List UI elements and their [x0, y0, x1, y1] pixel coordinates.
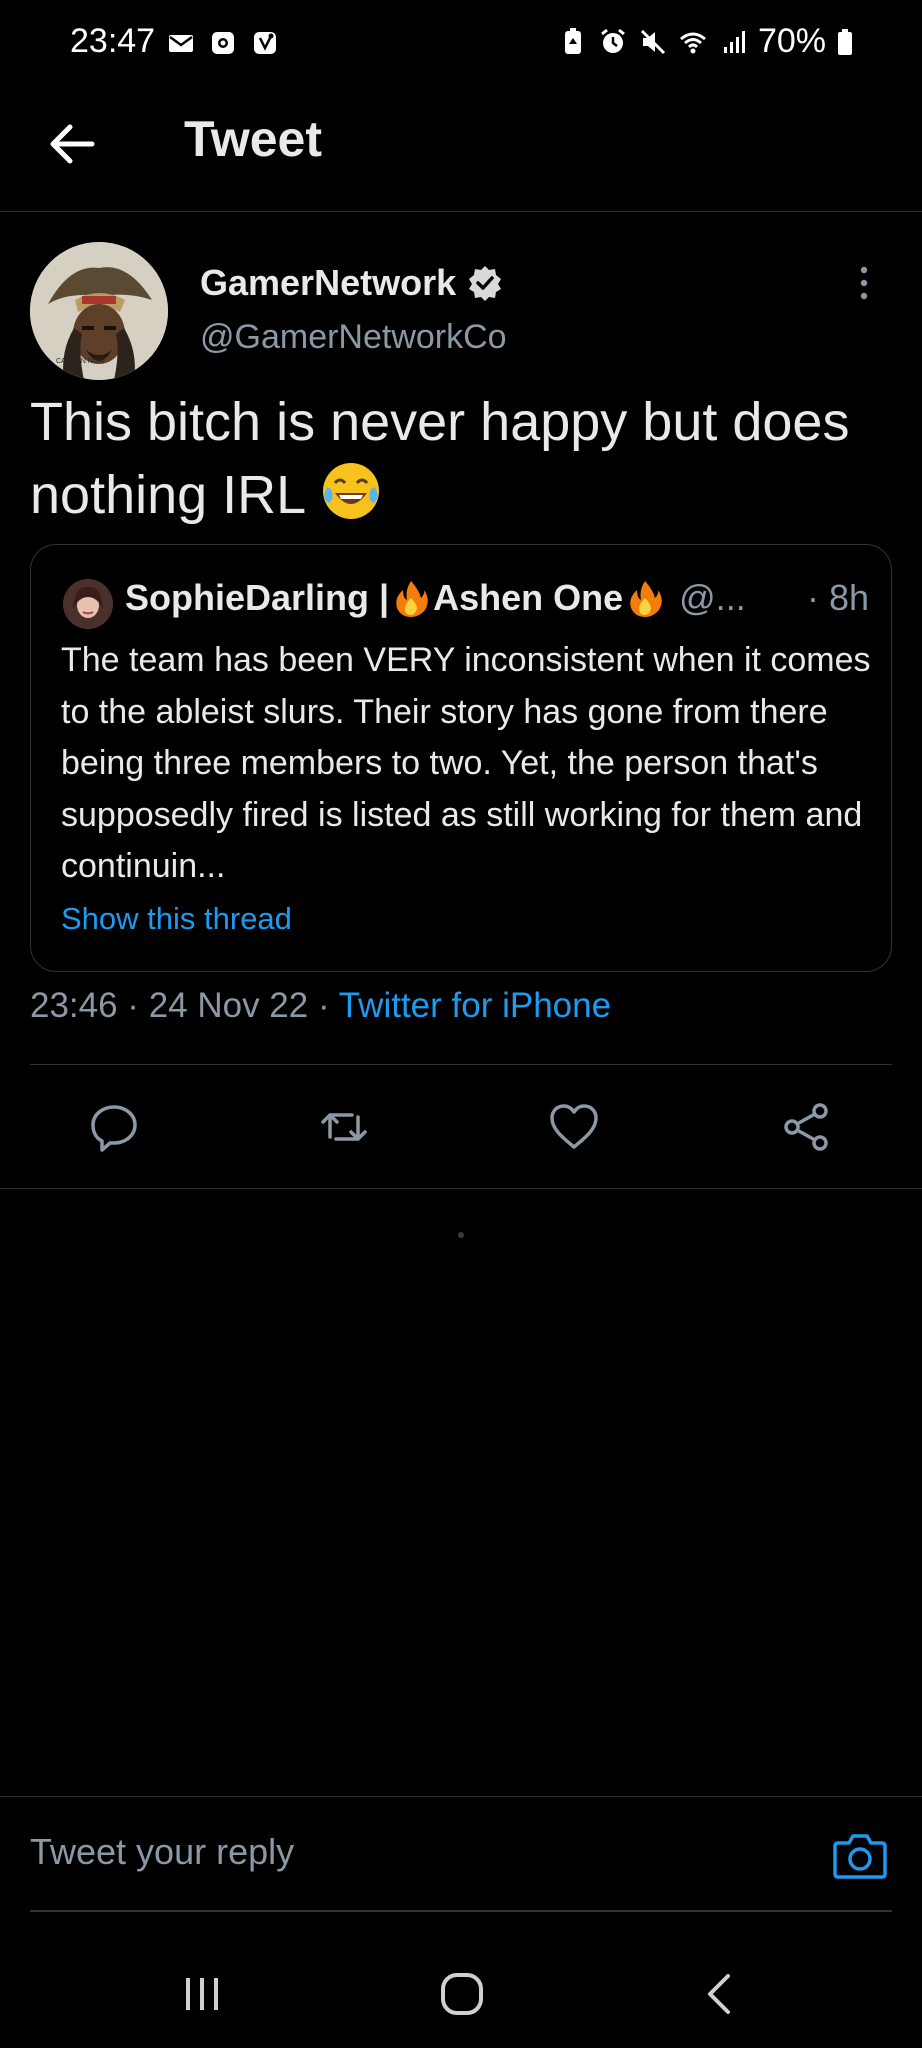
- quoted-tweet-time: · 8h: [806, 577, 869, 618]
- loading-indicator: [458, 1232, 464, 1238]
- camera-icon[interactable]: [832, 1829, 888, 1881]
- tweet-timestamp: 23:46 · 24 Nov 22 ·: [30, 986, 339, 1025]
- author-handle[interactable]: @GamerNetworkCo: [200, 318, 507, 357]
- status-bar: 23:47 70%: [0, 0, 922, 90]
- share-icon[interactable]: [780, 1101, 832, 1153]
- tweet-source-link[interactable]: Twitter for iPhone: [339, 986, 611, 1025]
- reply-input[interactable]: [30, 1831, 790, 1873]
- back-nav-icon[interactable]: [690, 1968, 750, 2020]
- reply-icon[interactable]: [88, 1101, 140, 1153]
- battery-icon: [838, 28, 852, 55]
- tweet-text: This bitch is never happy but does nothi…: [30, 386, 890, 532]
- retweet-icon[interactable]: [318, 1101, 370, 1153]
- reply-underline: [30, 1910, 892, 1912]
- status-time: 23:47: [70, 22, 156, 60]
- notification-icon: [212, 32, 234, 54]
- quoted-tweet-card[interactable]: SophieDarling | Ashen One @... · 8h The …: [30, 544, 892, 972]
- like-icon[interactable]: [548, 1101, 600, 1153]
- mail-icon: [169, 35, 193, 52]
- app-notification-icon: [254, 32, 276, 54]
- wifi-icon: [679, 32, 706, 53]
- tweet-meta: 23:46 · 24 Nov 22 · Twitter for iPhone: [30, 986, 611, 1026]
- author-name-row[interactable]: GamerNetwork: [200, 262, 504, 304]
- page-title: Tweet: [184, 111, 322, 167]
- fire-emoji-icon: [630, 581, 662, 617]
- laughing-tears-emoji-icon: [323, 463, 380, 519]
- battery-saver-icon: [564, 27, 581, 54]
- divider: [0, 1188, 922, 1189]
- author-avatar[interactable]: CAPTAIN NOW: [30, 242, 168, 380]
- battery-percent: 70%: [757, 22, 826, 60]
- tweet-body: This bitch is never happy but does nothi…: [30, 392, 850, 525]
- recent-apps-icon[interactable]: [172, 1968, 232, 2020]
- quoted-author-name-part2: Ashen One: [433, 577, 624, 618]
- tweet-actions: [30, 1064, 892, 1188]
- show-thread-link[interactable]: Show this thread: [61, 901, 292, 937]
- status-left-icons: [166, 28, 280, 58]
- top-app-bar: Tweet: [0, 90, 922, 212]
- alarm-icon: [601, 28, 625, 53]
- status-right-icons: 70%: [558, 22, 854, 61]
- verified-badge-icon: [469, 266, 502, 301]
- mute-icon: [640, 29, 665, 54]
- quoted-author-handle: @...: [679, 577, 746, 618]
- svg-text:CAPTAIN NOW: CAPTAIN NOW: [56, 358, 105, 365]
- fire-emoji-icon: [396, 581, 428, 617]
- quoted-author-avatar: [63, 579, 113, 629]
- author-name[interactable]: GamerNetwork: [200, 262, 456, 304]
- arrow-left-icon[interactable]: [44, 116, 100, 172]
- quoted-author-name-part1: SophieDarling |: [125, 577, 390, 618]
- signal-icon: [723, 30, 745, 53]
- reply-bar: [0, 1796, 922, 1910]
- more-options-icon[interactable]: [856, 266, 872, 300]
- quoted-tweet-body: The team has been VERY inconsistent when…: [61, 641, 871, 885]
- home-icon[interactable]: [432, 1968, 492, 2020]
- quoted-tweet-header: SophieDarling | Ashen One @... · 8h: [125, 577, 869, 619]
- quoted-author-name: SophieDarling | Ashen One: [125, 577, 667, 619]
- system-nav-bar: [0, 1940, 922, 2048]
